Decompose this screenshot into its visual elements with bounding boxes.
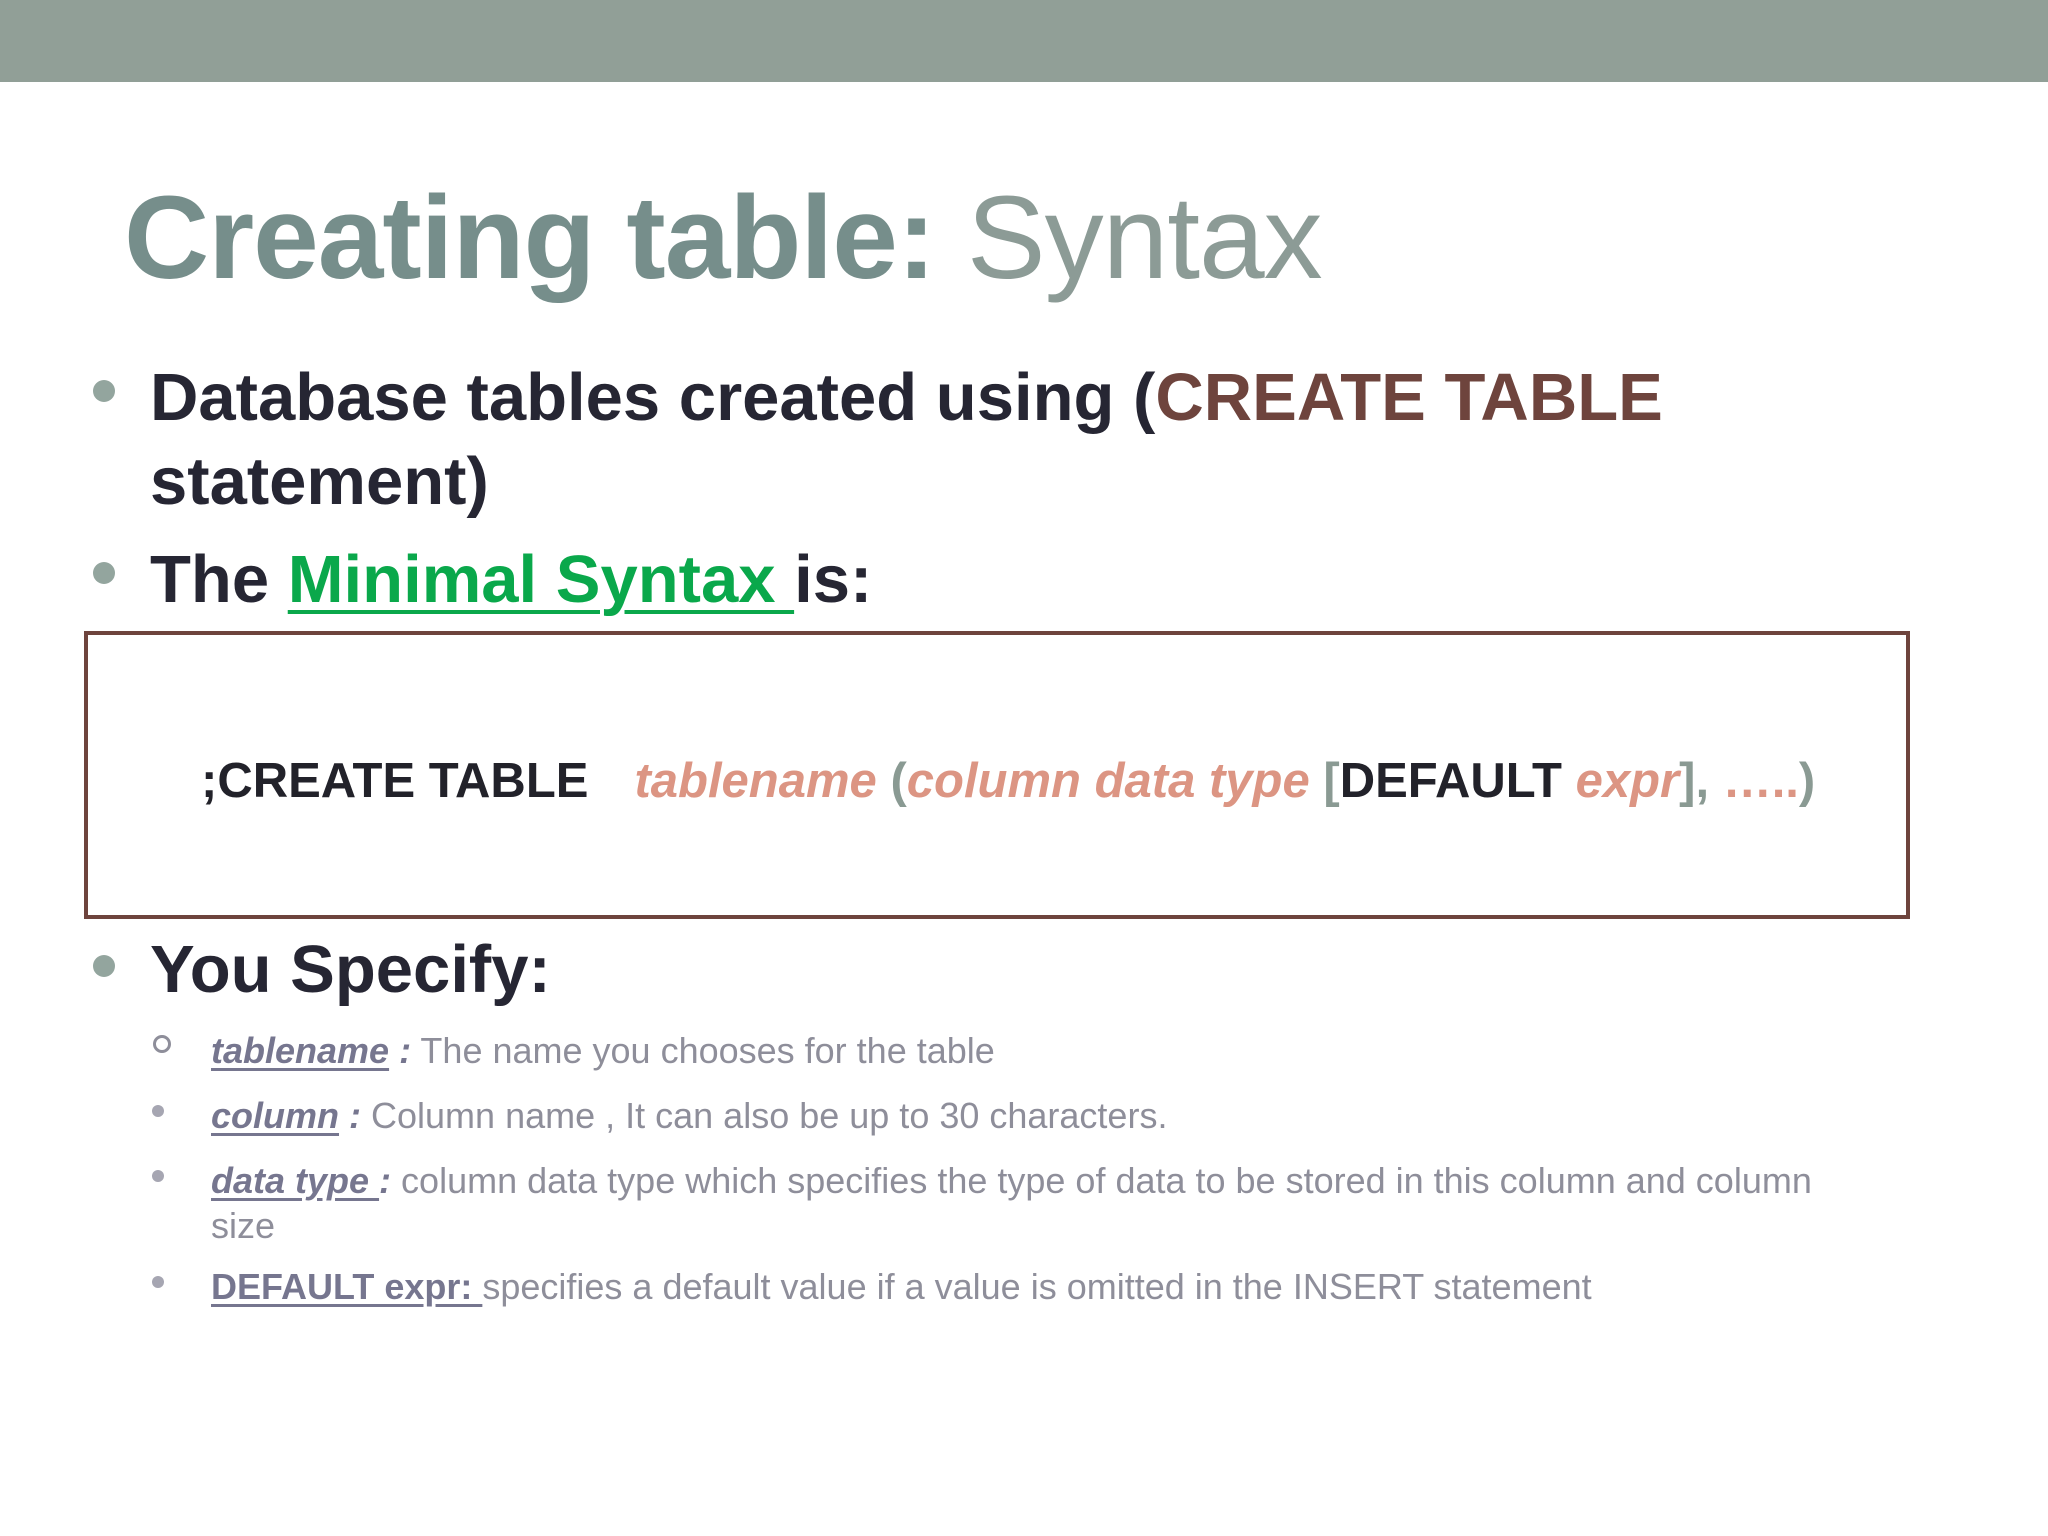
term-column: column <box>211 1095 340 1136</box>
term-description: The name you chooses for the table <box>411 1030 995 1071</box>
term-tablename: tablename <box>211 1030 390 1071</box>
bullet-minimal-syntax: The Minimal Syntax is: <box>150 538 872 622</box>
syntax-dots: ….. <box>1709 754 1799 808</box>
bullet-text: is: <box>794 542 873 617</box>
syntax-close-paren: ) <box>1798 754 1816 808</box>
bullet-dot <box>152 1276 164 1288</box>
specify-item-default-expr: DEFAULT expr: specifies a default value … <box>211 1265 1592 1309</box>
ring-bullet-icon <box>153 1035 171 1053</box>
syntax-tablename: tablename <box>634 754 877 808</box>
term-description: Column name , It can also be up to 30 ch… <box>361 1095 1168 1136</box>
bullet-text: Database tables created using ( <box>150 360 1156 435</box>
title-light: Syntax <box>935 172 1323 304</box>
syntax-line: ;CREATE TABLE tablename (column data type… <box>201 751 1815 811</box>
title-bold: Creating table: <box>124 172 936 304</box>
term-default-expr: DEFAULT expr: <box>211 1266 483 1307</box>
slide-title: Creating table: Syntax <box>124 168 1323 308</box>
syntax-close-bracket: ] <box>1679 754 1696 808</box>
bullet-dot <box>93 955 115 977</box>
bullet-dot <box>152 1170 164 1182</box>
create-table-highlight: CREATE TABLE <box>1155 360 1663 435</box>
syntax-default-keyword: DEFAULT <box>1339 754 1562 808</box>
bullet-dot <box>93 380 115 402</box>
specify-item-column: column : Column name , It can also be up… <box>211 1094 1167 1138</box>
specify-item-data-type: data type : column data type which speci… <box>211 1159 1812 1203</box>
create-table-keyword: ;CREATE TABLE <box>201 754 589 808</box>
bullet-text: The <box>150 542 288 617</box>
term-separator: : <box>339 1095 362 1136</box>
syntax-column-data-type: column data type <box>906 754 1310 808</box>
specify-item-tablename: tablename : The name you chooses for the… <box>211 1029 995 1073</box>
header-bar <box>0 0 2048 82</box>
term-data-type: data type <box>211 1160 380 1201</box>
term-separator: : <box>389 1030 412 1071</box>
term-description: specifies a default value if a value is … <box>482 1266 1592 1307</box>
syntax-box: ;CREATE TABLE tablename (column data type… <box>84 631 1910 919</box>
specify-item-data-type-cont: size <box>211 1205 276 1246</box>
term-separator: : <box>379 1160 392 1201</box>
syntax-expr: expr <box>1575 754 1680 808</box>
bullet-create-table: Database tables created using (CREATE TA… <box>150 356 1663 440</box>
minimal-syntax-link[interactable]: Minimal Syntax <box>288 542 794 617</box>
bullet-dot <box>93 562 115 584</box>
term-description: column data type which specifies the typ… <box>391 1160 1812 1201</box>
syntax-comma: , <box>1695 754 1710 808</box>
bullet-create-table-cont: statement) <box>150 444 489 519</box>
syntax-open-paren: ( <box>890 754 907 808</box>
you-specify-heading: You Specify: <box>150 932 551 1007</box>
bullet-dot <box>152 1105 164 1117</box>
syntax-open-bracket: [ <box>1323 754 1340 808</box>
